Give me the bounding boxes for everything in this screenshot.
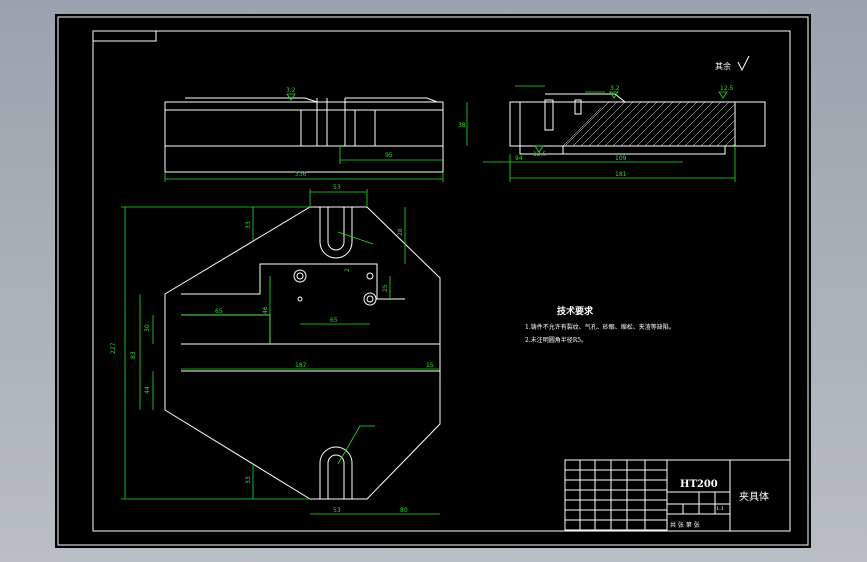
notes-line-1: 1.铸件不允许有裂纹、气孔、砂眼、缩松、夹渣等缺陷。	[525, 323, 675, 331]
sheet-label: 共 张 第 张	[670, 521, 700, 529]
dim-inner-height: 46	[262, 306, 269, 314]
drawing-sheet: 其余 3.2 336 95 3.2 12.5 12.5 38 94 109 18…	[55, 14, 811, 548]
outer-frame	[57, 16, 809, 546]
part-name: 夹具体	[739, 490, 769, 503]
dim-right-small: 15	[426, 362, 434, 369]
scale-value: 1:1	[716, 506, 724, 512]
general-roughness-label: 其余	[715, 61, 731, 71]
roughness-icon	[286, 93, 296, 101]
dim-side-total: 181	[615, 171, 627, 178]
dim-hole-spacing-x: 65	[330, 317, 338, 324]
dim-bottom-right: 80	[400, 507, 408, 514]
title-block-grid	[565, 460, 667, 531]
dim-long-width: 187	[295, 362, 307, 369]
notes-title: 技术要求	[557, 305, 594, 317]
dim-top-total: 336	[295, 171, 307, 178]
top-view: 3.2 336 95	[164, 87, 444, 182]
code-box	[92, 30, 157, 42]
bolt-hole	[293, 269, 307, 283]
dim-side-mid: 109	[615, 155, 627, 162]
side-roughness-left: 3.2	[610, 85, 620, 92]
dim-left-lower: 44	[144, 386, 151, 394]
side-view: 3.2 12.5 12.5 38 94 109 181	[458, 85, 766, 182]
dim-step-width: 65	[215, 308, 223, 315]
dim-small-offset: 2	[344, 268, 351, 272]
side-roughness-bottom: 12.5	[533, 151, 547, 158]
dim-slot-top: 53	[333, 184, 341, 191]
cad-drawing: 其余 3.2 336 95 3.2 12.5 12.5 38 94 109 18…	[57, 16, 809, 546]
dim-left-mid: 83	[130, 351, 137, 359]
dim-slot-bottom: 53	[333, 507, 341, 514]
dim-side-height: 38	[458, 122, 466, 129]
dim-left-upper: 30	[144, 324, 151, 332]
dim-top-depth: 33	[245, 221, 252, 229]
bolt-hole	[363, 292, 377, 306]
front-view: 53 53 80 227 83 44 30 33 33 28 46 65 25 …	[110, 184, 441, 515]
dim-front-height: 227	[110, 342, 117, 354]
dim-hole-spacing-y: 25	[382, 284, 389, 292]
roughness-check-icon	[737, 55, 750, 72]
top-roughness-value: 3.2	[286, 87, 296, 94]
side-roughness-right: 12.5	[720, 85, 734, 92]
dim-side-left: 94	[515, 155, 523, 162]
notes-line-2: 2.未注明圆角半径R5。	[525, 336, 587, 344]
dim-right-top: 28	[397, 228, 404, 236]
title-block: HT200 夹具体 1:1 共 张 第 张	[564, 459, 791, 532]
dim-top-right: 95	[385, 152, 393, 159]
material-label: HT200	[680, 479, 718, 490]
inner-frame	[92, 30, 791, 532]
section-hatch	[562, 101, 736, 147]
technical-notes: 技术要求 1.铸件不允许有裂纹、气孔、砂眼、缩松、夹渣等缺陷。 2.未注明圆角半…	[525, 305, 675, 344]
dim-bottom-depth: 33	[245, 476, 252, 484]
